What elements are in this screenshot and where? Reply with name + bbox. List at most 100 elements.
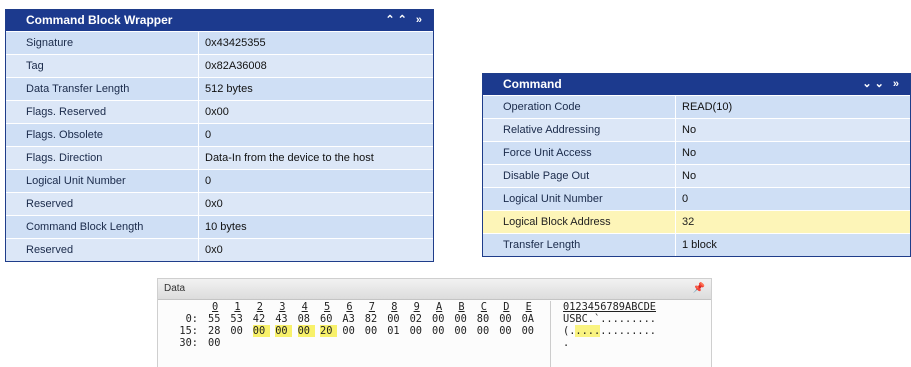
cbw-row-value: 0x82A36008 xyxy=(205,60,267,72)
cbw-row-value: 0x43425355 xyxy=(205,37,266,49)
cbw-row-key: Signature xyxy=(6,32,199,54)
ascii-row-text: . xyxy=(563,337,570,349)
cbw-row-key: Flags. Reserved xyxy=(6,101,199,123)
ascii-row[interactable]: . xyxy=(551,337,711,349)
hex-byte[interactable]: 00 xyxy=(454,313,471,325)
cbw-row[interactable]: Flags. Obsolete 0 xyxy=(6,123,433,146)
cbw-row[interactable]: Flags. Direction Data-In from the device … xyxy=(6,146,433,169)
hex-row-offset: 15: xyxy=(179,325,198,337)
cbw-row[interactable]: Reserved 0x0 xyxy=(6,192,433,215)
cmd-row[interactable]: Disable Page Out No xyxy=(483,164,910,187)
hex-column-label: 4 xyxy=(301,301,308,313)
hex-byte[interactable]: 00 xyxy=(432,313,449,325)
cbw-row[interactable]: Command Block Length 10 bytes xyxy=(6,215,433,238)
cmd-row[interactable]: Relative Addressing No xyxy=(483,118,910,141)
cmd-row[interactable]: Transfer Length 1 block xyxy=(483,233,910,256)
cbw-header[interactable]: Command Block Wrapper ⌃⌃ » xyxy=(6,10,433,31)
cmd-row-key: Relative Addressing xyxy=(483,119,676,141)
cbw-row-key: Logical Unit Number xyxy=(6,170,199,192)
ascii-area[interactable]: 0123456789ABCDE USBC.`......... (.........… xyxy=(550,301,711,367)
cbw-row-value: 0x00 xyxy=(205,106,229,118)
hex-bytes-area[interactable]: 0 1 2 3 4 5 6 7 8 9 A B C D E 0: 55 53 42 43 08 60 A3 82 00 02 00 0… xyxy=(158,301,548,367)
hex-byte[interactable]: 00 xyxy=(454,325,471,337)
hex-byte[interactable]: 53 xyxy=(230,313,247,325)
cmd-row-value: No xyxy=(682,124,697,136)
hex-column-label: 7 xyxy=(368,301,375,313)
hex-byte[interactable]: 00 xyxy=(387,313,404,325)
cmd-property-list: Operation Code READ(10) Relative Addressin… xyxy=(483,95,910,256)
ascii-row-text: USBC.`......... xyxy=(563,313,656,325)
hex-column-label: E xyxy=(525,301,532,313)
cmd-row[interactable]: Logical Unit Number 0 xyxy=(483,187,910,210)
hex-byte[interactable]: 00 xyxy=(477,325,494,337)
hex-byte[interactable]: 00 xyxy=(499,313,516,325)
hex-byte[interactable]: 08 xyxy=(298,313,315,325)
cbw-row[interactable]: Logical Unit Number 0 xyxy=(6,169,433,192)
hex-byte[interactable]: 00 xyxy=(432,325,449,337)
collapse-expand-icon[interactable]: ⌃⌃ » xyxy=(385,10,425,31)
cmd-row-key: Transfer Length xyxy=(483,234,676,256)
hex-byte[interactable]: 00 xyxy=(365,325,382,337)
hex-byte[interactable]: 42 xyxy=(253,313,270,325)
cbw-title: Command Block Wrapper xyxy=(26,13,173,27)
hex-column-label: 1 xyxy=(234,301,241,313)
ascii-column-header: 0123456789ABCDE xyxy=(563,301,656,313)
cmd-row[interactable]: Force Unit Access No xyxy=(483,141,910,164)
hex-byte[interactable]: 20 xyxy=(320,325,337,337)
hex-byte[interactable]: 00 xyxy=(410,325,427,337)
cbw-row-value: Data-In from the device to the host xyxy=(205,152,374,164)
hex-title: Data xyxy=(164,283,186,294)
cbw-row[interactable]: Flags. Reserved 0x00 xyxy=(6,100,433,123)
hex-byte[interactable]: 01 xyxy=(387,325,404,337)
cmd-row-value: 0 xyxy=(682,193,689,205)
cmd-row-value: No xyxy=(682,147,697,159)
cbw-row-key: Flags. Obsolete xyxy=(6,124,199,146)
hex-column-label: 8 xyxy=(391,301,398,313)
pin-icon[interactable]: 📌 xyxy=(693,279,705,299)
hex-byte[interactable]: 00 xyxy=(297,325,315,337)
hex-byte[interactable]: 00 xyxy=(252,325,270,337)
hex-byte[interactable]: 00 xyxy=(208,337,225,349)
cmd-row-key: Logical Block Address xyxy=(483,211,676,233)
expand-icon[interactable]: ⌄⌄ » xyxy=(862,74,902,95)
hex-column-label: 3 xyxy=(279,301,286,313)
hex-byte[interactable]: 43 xyxy=(275,313,292,325)
hex-byte[interactable]: A3 xyxy=(342,313,359,325)
cbw-row[interactable]: Reserved 0x0 xyxy=(6,238,433,261)
hex-byte[interactable]: 00 xyxy=(522,325,539,337)
hex-byte[interactable]: 60 xyxy=(320,313,337,325)
hex-byte[interactable]: 80 xyxy=(477,313,494,325)
hex-row[interactable]: 0: 55 53 42 43 08 60 A3 82 00 02 00 00 80 00 0A xyxy=(158,313,548,325)
cmd-row[interactable]: Logical Block Address 32 xyxy=(483,210,910,233)
cmd-row[interactable]: Operation Code READ(10) xyxy=(483,95,910,118)
cbw-row-key: Reserved xyxy=(6,193,199,215)
hex-byte[interactable]: 55 xyxy=(208,313,225,325)
hex-byte[interactable]: 00 xyxy=(230,325,247,337)
hex-byte[interactable]: 00 xyxy=(275,325,293,337)
hex-byte[interactable]: 00 xyxy=(499,325,516,337)
hex-byte[interactable]: 82 xyxy=(365,313,382,325)
cmd-row-value: 1 block xyxy=(682,239,717,251)
hex-column-label: 9 xyxy=(413,301,420,313)
hex-row[interactable]: 30: 00 xyxy=(158,337,548,349)
cbw-row-key: Tag xyxy=(6,55,199,77)
ascii-row[interactable]: USBC.`......... xyxy=(551,313,711,325)
hex-column-label: 0 xyxy=(212,301,219,313)
cbw-row-value: 10 bytes xyxy=(205,221,247,233)
hex-byte[interactable]: 00 xyxy=(342,325,359,337)
hex-byte[interactable]: 02 xyxy=(410,313,427,325)
ascii-row[interactable]: (.............. xyxy=(551,325,711,337)
cbw-row[interactable]: Data Transfer Length 512 bytes xyxy=(6,77,433,100)
hex-byte[interactable]: 28 xyxy=(208,325,225,337)
hex-row[interactable]: 15: 28 00 00 00 00 20 00 00 01 00 00 00 00 00 00 xyxy=(158,325,548,337)
cmd-header[interactable]: Command ⌄⌄ » xyxy=(483,74,910,95)
hex-byte[interactable]: 0A xyxy=(522,313,539,325)
command-block-wrapper-panel: Command Block Wrapper ⌃⌃ » Signature 0x43… xyxy=(5,9,434,262)
cbw-row-key: Data Transfer Length xyxy=(6,78,199,100)
hex-data-viewer: Data 📌 0 1 2 3 4 5 6 7 8 9 A B C D E 0: 55 53 42 43 08 60 A3 82… xyxy=(157,278,712,367)
cmd-row-value: READ(10) xyxy=(682,101,733,113)
cbw-row[interactable]: Tag 0x82A36008 xyxy=(6,54,433,77)
cbw-row-value: 0 xyxy=(205,175,212,187)
cbw-row[interactable]: Signature 0x43425355 xyxy=(6,31,433,54)
command-panel: Command ⌄⌄ » Operation Code READ(10) Relat… xyxy=(482,73,911,257)
